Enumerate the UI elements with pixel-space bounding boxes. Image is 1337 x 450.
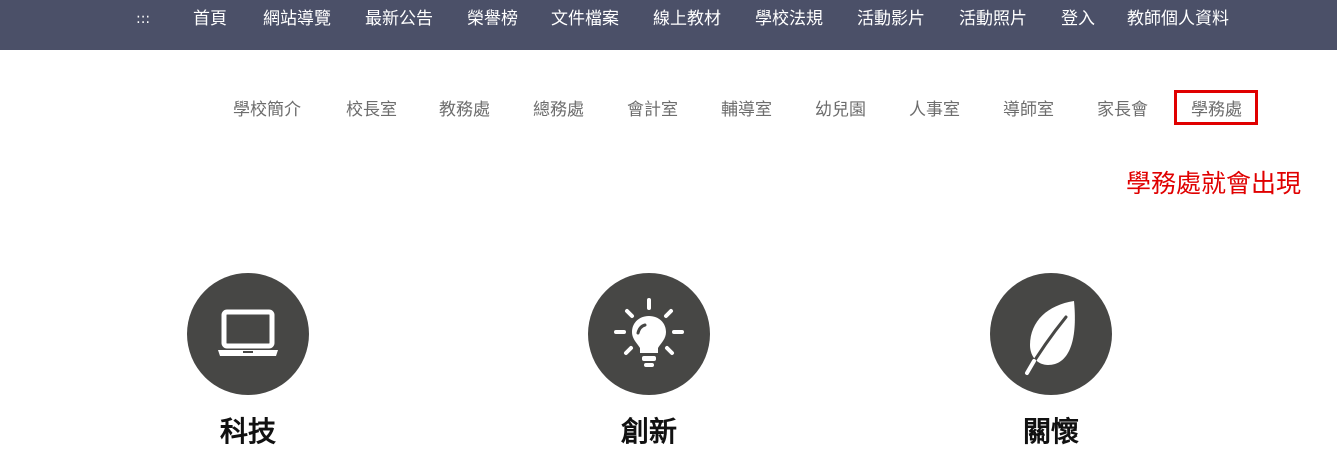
laptop-icon (218, 309, 278, 356)
nav-item-home[interactable]: 首頁 (193, 0, 227, 38)
sub-nav-accounting[interactable]: 會計室 (627, 97, 678, 123)
top-nav-bar: ::: 首頁 網站導覽 最新公告 榮譽榜 文件檔案 線上教材 學校法規 活動影片… (0, 0, 1337, 50)
sub-nav-kindergarten[interactable]: 幼兒園 (815, 97, 866, 123)
feature-title-tech: 科技 (219, 415, 276, 448)
feature-title-innovation: 創新 (620, 415, 677, 448)
feature-circle-tech (187, 273, 309, 395)
sub-nav-general-affairs[interactable]: 總務處 (533, 97, 584, 123)
nav-item-login[interactable]: 登入 (1061, 0, 1095, 38)
dots-grid-icon[interactable]: ::: (136, 0, 150, 38)
sub-nav-academic-affairs[interactable]: 教務處 (439, 97, 490, 123)
feature-title-care: 關懷 (1022, 415, 1079, 448)
feature-circle-innovation (588, 273, 710, 395)
feature-circle-care (990, 273, 1112, 395)
sub-nav-tutor-office[interactable]: 導師室 (1003, 97, 1054, 123)
annotation-note: 學務處就會出現 (1126, 169, 1302, 198)
nav-item-regulations[interactable]: 學校法規 (755, 0, 823, 38)
leaf-icon (1025, 301, 1075, 375)
lightbulb-icon (614, 298, 684, 367)
nav-item-honor-roll[interactable]: 榮譽榜 (467, 0, 518, 38)
nav-item-teacher-profile[interactable]: 教師個人資料 (1127, 0, 1229, 38)
nav-item-announcements[interactable]: 最新公告 (365, 0, 433, 38)
sub-nav-school-intro[interactable]: 學校簡介 (233, 97, 301, 123)
sub-nav-personnel[interactable]: 人事室 (909, 97, 960, 123)
nav-item-sitemap[interactable]: 網站導覽 (263, 0, 331, 38)
nav-item-photos[interactable]: 活動照片 (959, 0, 1027, 38)
sub-nav-counseling[interactable]: 輔導室 (721, 97, 772, 123)
sub-nav-parents-association[interactable]: 家長會 (1097, 97, 1148, 123)
nav-item-videos[interactable]: 活動影片 (857, 0, 925, 38)
nav-item-documents[interactable]: 文件檔案 (551, 0, 619, 38)
highlight-box (1174, 90, 1258, 125)
sub-nav-principal-office[interactable]: 校長室 (346, 97, 397, 123)
nav-item-online-materials[interactable]: 線上教材 (653, 0, 721, 38)
